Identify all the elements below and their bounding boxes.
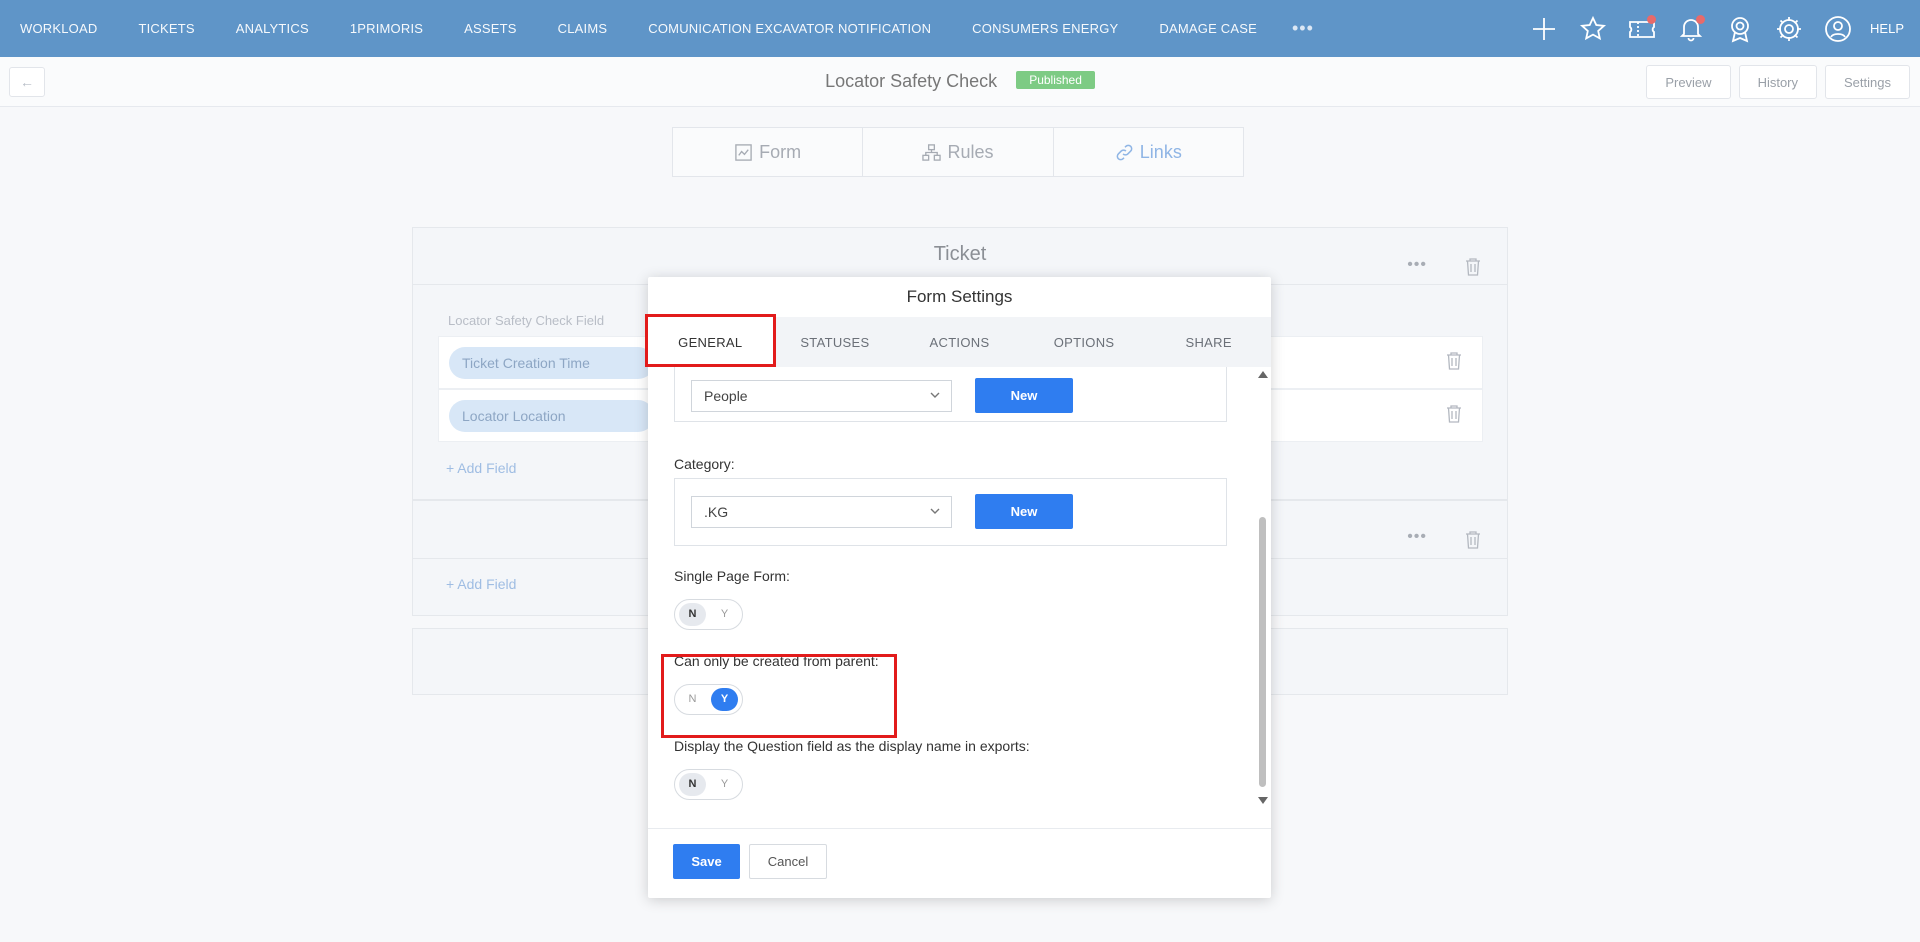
modal-tabs: GENERAL STATUSES ACTIONS OPTIONS SHARE (645, 314, 1271, 367)
field-label: Locator Safety Check Field (448, 313, 605, 328)
history-button[interactable]: History (1738, 65, 1818, 99)
scroll-thumb[interactable] (1259, 517, 1266, 787)
trash-icon[interactable] (1446, 405, 1462, 428)
nav-workload[interactable]: WORKLOAD (20, 21, 97, 36)
toggle-option-n[interactable]: N (679, 603, 706, 626)
builder-tabs: Form Rules Links (672, 127, 1244, 177)
people-select[interactable]: People (691, 380, 952, 412)
add-field-link[interactable]: + Add Field (446, 576, 516, 592)
top-nav: WORKLOAD TICKETS ANALYTICS 1PRIMORIS ASS… (0, 0, 1920, 57)
user-icon[interactable] (1823, 14, 1853, 44)
tab-actions[interactable]: ACTIONS (897, 317, 1022, 367)
nav-more-icon[interactable]: ••• (1292, 18, 1314, 39)
trash-icon[interactable] (1465, 531, 1481, 554)
people-select-value: People (704, 388, 748, 404)
category-select-value: .KG (704, 504, 729, 520)
category-box: .KG New (674, 478, 1227, 546)
modal-title: Form Settings (906, 287, 1013, 306)
more-options-icon[interactable]: ••• (1407, 256, 1427, 274)
new-category-button[interactable]: New (975, 494, 1073, 529)
scroll-down-arrow-icon[interactable] (1258, 797, 1268, 804)
tab-links[interactable]: Links (1054, 128, 1243, 176)
tab-general[interactable]: GENERAL (648, 317, 773, 367)
tab-statuses[interactable]: STATUSES (773, 317, 898, 367)
star-icon[interactable] (1578, 14, 1608, 44)
ticket-icon[interactable] (1627, 14, 1657, 44)
chevron-down-icon (929, 381, 941, 421)
toggle-option-n[interactable]: N (679, 688, 706, 711)
nav-1primoris[interactable]: 1PRIMORIS (350, 21, 423, 36)
category-label: Category: (674, 456, 735, 472)
settings-button[interactable]: Settings (1825, 65, 1910, 99)
bell-icon[interactable] (1676, 14, 1706, 44)
preview-button[interactable]: Preview (1646, 65, 1731, 99)
tab-form[interactable]: Form (673, 128, 864, 176)
nav-consumers-energy[interactable]: CONSUMERS ENERGY (972, 21, 1118, 36)
page-title: Locator Safety Check Published (0, 71, 1920, 92)
nav-claims[interactable]: CLAIMS (558, 21, 608, 36)
form-settings-modal: Form Settings GENERAL STATUSES ACTIONS O… (645, 277, 1271, 898)
more-options-icon[interactable]: ••• (1407, 528, 1427, 546)
field-select[interactable]: Ticket Creation Time (449, 347, 654, 379)
form-header-bar: ← Locator Safety Check Published Preview… (0, 57, 1920, 107)
toggle-option-y[interactable]: Y (711, 603, 738, 626)
save-button[interactable]: Save (673, 844, 740, 879)
tab-links-label: Links (1139, 141, 1182, 162)
cancel-button[interactable]: Cancel (749, 844, 827, 879)
new-people-button[interactable]: New (975, 378, 1073, 413)
gear-icon[interactable] (1774, 14, 1804, 44)
trash-icon[interactable] (1465, 258, 1481, 281)
modal-footer: Save Cancel (648, 828, 1271, 898)
display-question-toggle[interactable]: N Y (674, 769, 743, 800)
modal-body: People New Category: .KG New Single Page… (648, 367, 1271, 807)
tab-rules[interactable]: Rules (863, 128, 1054, 176)
form-icon (735, 143, 752, 161)
chevron-down-icon (929, 497, 941, 537)
nav-analytics[interactable]: ANALYTICS (236, 21, 309, 36)
hierarchy-icon (922, 143, 942, 161)
nav-tickets[interactable]: TICKETS (138, 21, 194, 36)
ticket-notification-dot (1647, 14, 1657, 24)
help-link[interactable]: HELP (1870, 21, 1904, 36)
tab-form-label: Form (759, 141, 802, 162)
toggle-option-y[interactable]: Y (711, 773, 738, 796)
single-page-form-label: Single Page Form: (674, 568, 790, 584)
tab-options[interactable]: OPTIONS (1022, 317, 1147, 367)
single-page-form-toggle[interactable]: N Y (674, 599, 743, 630)
nav-damage-case[interactable]: DAMAGE CASE (1159, 21, 1257, 36)
add-field-link[interactable]: + Add Field (446, 460, 516, 476)
toggle-option-n[interactable]: N (679, 773, 706, 796)
created-from-parent-toggle[interactable]: N Y (674, 684, 743, 715)
created-from-parent-label: Can only be created from parent: (674, 653, 879, 669)
plus-icon[interactable] (1529, 14, 1559, 44)
tab-rules-label: Rules (947, 141, 994, 162)
award-icon[interactable] (1725, 14, 1755, 44)
scroll-up-arrow-icon[interactable] (1258, 371, 1268, 378)
form-title: Locator Safety Check (825, 71, 998, 91)
trash-icon[interactable] (1446, 352, 1462, 375)
tab-share[interactable]: SHARE (1146, 317, 1271, 367)
category-select[interactable]: .KG (691, 496, 952, 528)
status-badge: Published (1016, 71, 1095, 89)
modal-scrollbar[interactable] (1257, 367, 1269, 807)
people-group-box: People New (674, 367, 1227, 422)
nav-assets[interactable]: ASSETS (464, 21, 517, 36)
toggle-option-y[interactable]: Y (711, 688, 738, 711)
bell-notification-dot (1696, 14, 1706, 24)
display-question-label: Display the Question field as the displa… (674, 738, 1030, 754)
nav-comunication-excavator-notification[interactable]: COMUNICATION EXCAVATOR NOTIFICATION (648, 21, 931, 36)
field-select[interactable]: Locator Location (449, 400, 654, 432)
link-icon (1116, 144, 1133, 160)
